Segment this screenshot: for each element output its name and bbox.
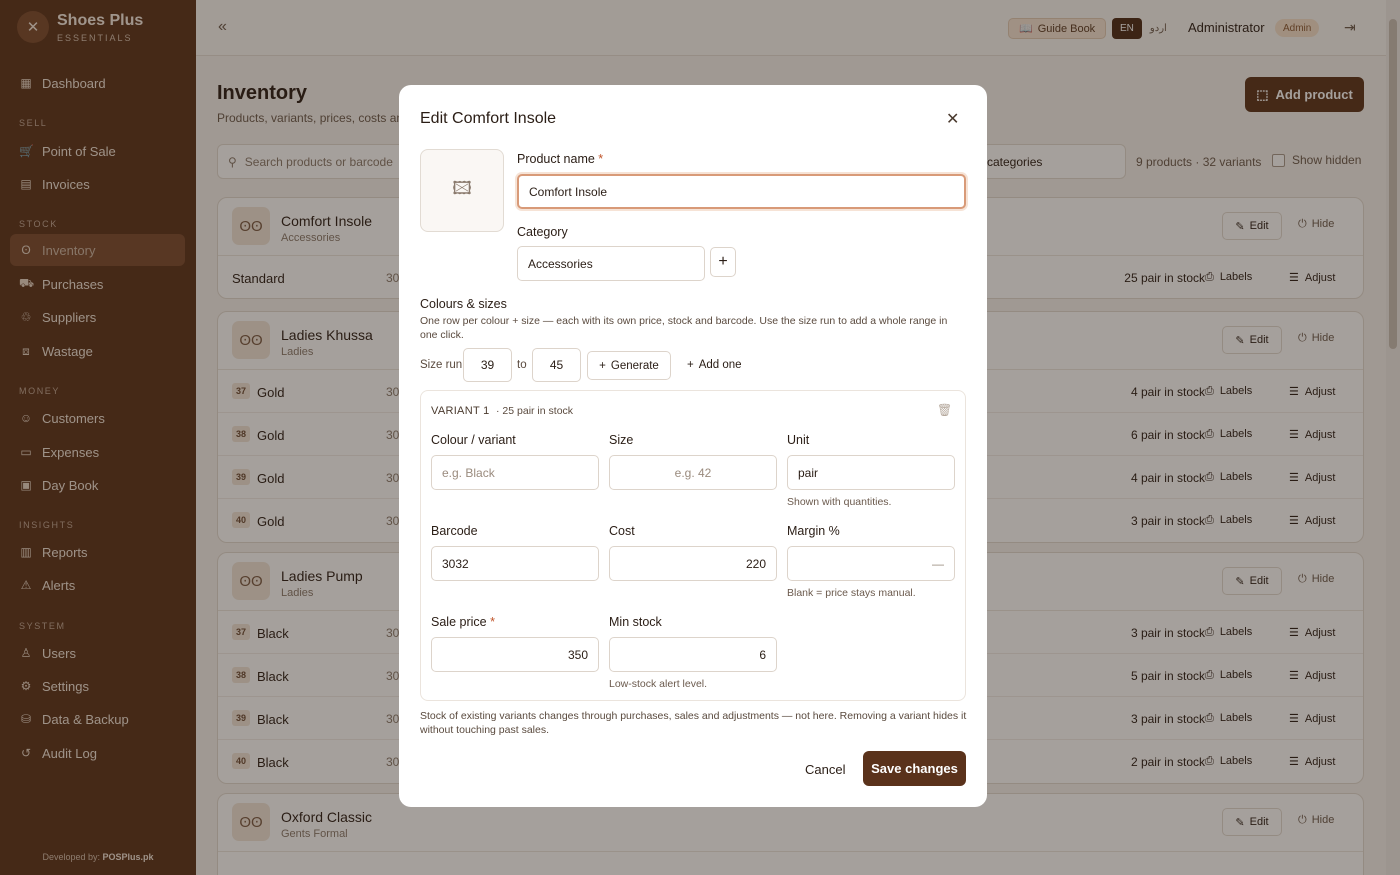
min-stock-label: Min stock: [609, 615, 662, 629]
add-one-label: Add one: [698, 359, 742, 371]
size-label: Size: [609, 433, 634, 447]
size-run-from-input[interactable]: 39: [463, 348, 512, 382]
dialog-title: Edit Comfort Insole: [420, 110, 557, 127]
category-label: Category: [517, 225, 568, 239]
size-run-to-input[interactable]: 45: [532, 348, 581, 382]
variant-title: VARIANT 1: [431, 405, 490, 417]
size-field[interactable]: e.g. 42: [609, 455, 777, 490]
min-stock-field[interactable]: 6: [609, 637, 777, 672]
category-select[interactable]: Accessories: [517, 246, 705, 281]
sale-price-label-text: Sale price: [431, 615, 487, 629]
cost-label: Cost: [609, 524, 635, 538]
unit-hint: Shown with quantities.: [787, 496, 892, 508]
close-icon[interactable]: ✕: [946, 109, 959, 129]
colour-label: Colour / variant: [431, 433, 516, 447]
add-category-button[interactable]: +: [710, 247, 736, 277]
generate-label: Generate: [610, 359, 659, 372]
unit-field[interactable]: pair: [787, 455, 955, 490]
colours-sizes-help: One row per colour + size — each with it…: [420, 315, 948, 341]
barcode-field[interactable]: 3032: [431, 546, 599, 581]
image-upload-icon[interactable]: 🖾: [420, 149, 504, 232]
sale-price-field[interactable]: 350: [431, 637, 599, 672]
variant-card: VARIANT 1 · 25 pair in stock 🗑 Colour / …: [420, 390, 966, 701]
variant-stock-summary: · 25 pair in stock: [496, 405, 574, 417]
save-changes-button[interactable]: Save changes: [863, 751, 966, 786]
add-one-button[interactable]: + Add one: [687, 359, 742, 371]
colours-sizes-heading: Colours & sizes: [420, 297, 507, 311]
margin-label: Margin %: [787, 524, 840, 538]
product-name-label: Product name *: [517, 152, 603, 166]
margin-hint: Blank = price stays manual.: [787, 587, 916, 599]
plus-icon: +: [687, 359, 694, 371]
margin-field[interactable]: —: [787, 546, 955, 581]
trash-icon[interactable]: 🗑: [937, 403, 952, 417]
required-marker: *: [486, 615, 495, 629]
sale-price-label: Sale price *: [431, 615, 495, 629]
dialog-note: Stock of existing variants changes throu…: [420, 710, 967, 736]
size-run-to-label: to: [517, 359, 527, 371]
plus-icon: +: [718, 253, 728, 270]
product-name-field[interactable]: Comfort Insole: [517, 174, 966, 209]
colour-field[interactable]: e.g. Black: [431, 455, 599, 490]
size-run-label: Size run: [420, 359, 463, 371]
min-stock-hint: Low-stock alert level.: [609, 678, 708, 690]
barcode-label: Barcode: [431, 524, 478, 538]
cancel-button[interactable]: Cancel: [805, 762, 845, 777]
unit-label: Unit: [787, 433, 810, 447]
generate-button[interactable]: + Generate: [587, 351, 671, 380]
required-marker: *: [594, 152, 604, 166]
product-name-label-text: Product name: [517, 152, 595, 166]
cost-field[interactable]: 220: [609, 546, 777, 581]
edit-product-dialog: Edit Comfort Insole ✕ 🖾 Product name * C…: [399, 85, 987, 807]
plus-icon: +: [599, 359, 606, 372]
